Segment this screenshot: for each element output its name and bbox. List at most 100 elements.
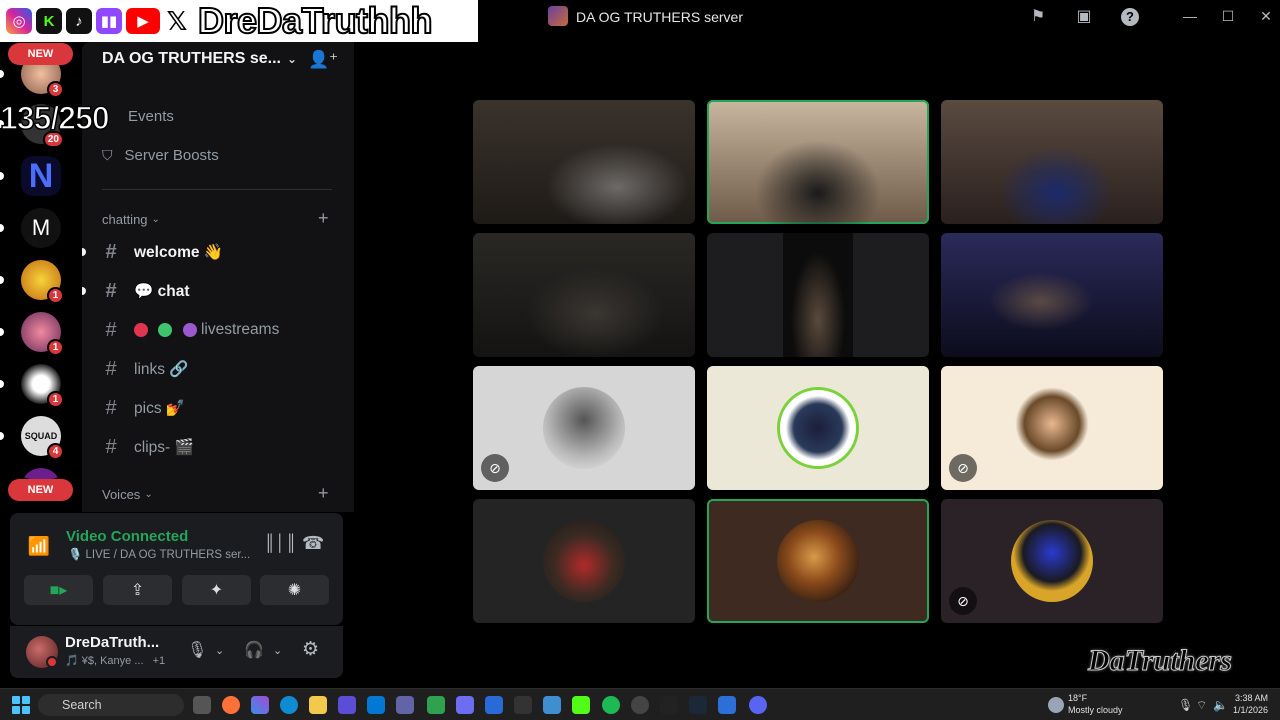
clock-date: 1/1/2026: [1232, 705, 1268, 715]
channel-welcome[interactable]: # welcome 👋: [102, 239, 223, 265]
username[interactable]: DreDaTruth...: [65, 634, 159, 651]
close-button[interactable]: ✕: [1258, 8, 1274, 24]
file-explorer-icon[interactable]: [309, 696, 327, 714]
help-icon[interactable]: ?: [1121, 8, 1139, 26]
chevron-down-icon[interactable]: ⌄: [273, 644, 282, 657]
server-m[interactable]: M: [21, 208, 61, 248]
steam-icon[interactable]: [689, 696, 707, 714]
spotify-icon[interactable]: [602, 696, 620, 714]
teams-icon[interactable]: [396, 696, 414, 714]
video-tile-4[interactable]: [473, 233, 695, 357]
copilot-icon[interactable]: [251, 696, 269, 714]
server-boosts-item[interactable]: ⛉ Server Boosts: [102, 147, 219, 164]
video-tile-1[interactable]: [473, 100, 695, 224]
channel-label: links 🔗: [134, 360, 189, 378]
app-icon[interactable]: [456, 696, 474, 714]
category-chatting[interactable]: chatting ⌄: [102, 212, 160, 227]
app-icon[interactable]: [718, 696, 736, 714]
outlook-icon[interactable]: [367, 696, 385, 714]
kick-icon: K: [36, 8, 62, 34]
obs-icon[interactable]: [631, 696, 649, 714]
rail-unread-indicator: [0, 328, 4, 336]
app-icon[interactable]: [338, 696, 356, 714]
chevron-down-icon[interactable]: ⌄: [215, 644, 224, 657]
voice-channel-name[interactable]: 🎙️ LIVE / DA OG TRUTHERS ser...: [68, 547, 250, 561]
rail-unread-indicator: [0, 276, 4, 284]
microphone-tray-icon[interactable]: 🎙: [1178, 698, 1193, 712]
video-tile-3[interactable]: [941, 100, 1163, 224]
windows-start-icon[interactable]: [12, 696, 30, 714]
maximize-button[interactable]: ☐: [1220, 8, 1236, 24]
create-channel-icon[interactable]: +: [318, 208, 329, 229]
server-header[interactable]: DA OG TRUTHERS se... ⌄: [102, 50, 297, 68]
app-icon[interactable]: [514, 696, 532, 714]
avatar-tile-3[interactable]: ⊘: [941, 366, 1163, 490]
volume-icon[interactable]: 🔈: [1213, 698, 1228, 712]
server-dbz[interactable]: 1: [21, 260, 64, 304]
red-circle-icon: [134, 322, 148, 337]
voice-status[interactable]: Video Connected: [66, 528, 188, 545]
invite-people-icon[interactable]: 👤⁺: [308, 50, 338, 70]
avatar-tile-6[interactable]: ⊘: [941, 499, 1163, 623]
video-call-area: ⊘ ⊘ ⊘ DaTruthers: [354, 34, 1280, 688]
taskbar-search[interactable]: Search: [38, 694, 184, 716]
disconnect-icon[interactable]: ☎: [302, 533, 324, 554]
avatar-tile-1[interactable]: ⊘: [473, 366, 695, 490]
video-tile-5[interactable]: [707, 233, 929, 357]
channel-livestreams[interactable]: # livestreams: [102, 317, 279, 343]
channel-label: 💬 chat: [134, 282, 190, 300]
green-circle-icon: [158, 322, 173, 337]
signal-icon[interactable]: 📶: [24, 531, 54, 561]
task-view-icon[interactable]: [193, 696, 211, 714]
server-n[interactable]: N: [21, 156, 61, 196]
noise-suppression-icon[interactable]: ║│║: [264, 535, 297, 553]
channel-links[interactable]: # links 🔗: [102, 356, 189, 382]
camera-feed: [941, 233, 1163, 357]
create-channel-icon[interactable]: +: [318, 483, 329, 504]
kick-app-icon[interactable]: [572, 696, 590, 714]
minimize-button[interactable]: —: [1182, 8, 1198, 24]
video-tile-2[interactable]: [707, 100, 929, 224]
edge-icon[interactable]: [280, 696, 298, 714]
channel-sidebar: DA OG TRUTHERS se... ⌄ 👤⁺ Events ⛉ Server…: [82, 42, 354, 512]
app-icon[interactable]: [543, 696, 561, 714]
soundboard-button[interactable]: ✺: [260, 575, 329, 605]
wifi-icon[interactable]: ⌔: [1196, 698, 1207, 713]
settings-gear-icon[interactable]: ⚙: [302, 638, 319, 661]
new-unreads-pill-top[interactable]: NEW: [8, 43, 73, 65]
avatar-tile-5[interactable]: [707, 499, 929, 623]
app-icon[interactable]: [427, 696, 445, 714]
participant-avatar: [543, 387, 625, 469]
epic-games-icon[interactable]: [660, 696, 678, 714]
activities-button[interactable]: ✦: [182, 575, 251, 605]
system-clock[interactable]: 3:38 AM 1/1/2026: [1228, 692, 1268, 716]
camera-button[interactable]: ■▸: [24, 575, 93, 605]
server-squad[interactable]: SQUAD 4: [21, 416, 64, 460]
server-anime[interactable]: 1: [21, 312, 64, 356]
channel-label: pics 💅: [134, 399, 186, 417]
server-bearded[interactable]: 1: [21, 364, 64, 408]
hash-icon: #: [105, 240, 117, 263]
app-icon[interactable]: [485, 696, 503, 714]
channel-chat[interactable]: # 💬 chat: [102, 278, 189, 304]
inbox-icon[interactable]: ▣: [1074, 7, 1094, 27]
avatar-tile-4[interactable]: [473, 499, 695, 623]
flag-icon[interactable]: ⚑: [1028, 7, 1048, 27]
mention-badge: 1: [47, 391, 64, 408]
discord-icon[interactable]: [749, 696, 767, 714]
video-tile-6[interactable]: [941, 233, 1163, 357]
headphones-icon[interactable]: 🎧: [244, 640, 264, 660]
weather-widget[interactable]: 18°F Mostly cloudy: [1048, 692, 1128, 718]
screen-share-button[interactable]: ⇪: [103, 575, 172, 605]
new-unreads-pill-bottom[interactable]: NEW: [8, 479, 73, 501]
category-voices[interactable]: Voices ⌄: [102, 487, 153, 502]
channel-clips[interactable]: # clips- 🎬: [102, 434, 193, 460]
firefox-icon[interactable]: [222, 696, 240, 714]
events-item[interactable]: Events: [102, 108, 174, 125]
microphone-icon[interactable]: 🎙: [187, 640, 207, 660]
activity-extra: +1: [152, 655, 166, 667]
channel-pics[interactable]: # pics 💅: [102, 395, 185, 421]
camera-feed: [473, 100, 695, 224]
avatar-tile-2[interactable]: [707, 366, 929, 490]
chevron-down-icon: ⌄: [286, 52, 298, 66]
